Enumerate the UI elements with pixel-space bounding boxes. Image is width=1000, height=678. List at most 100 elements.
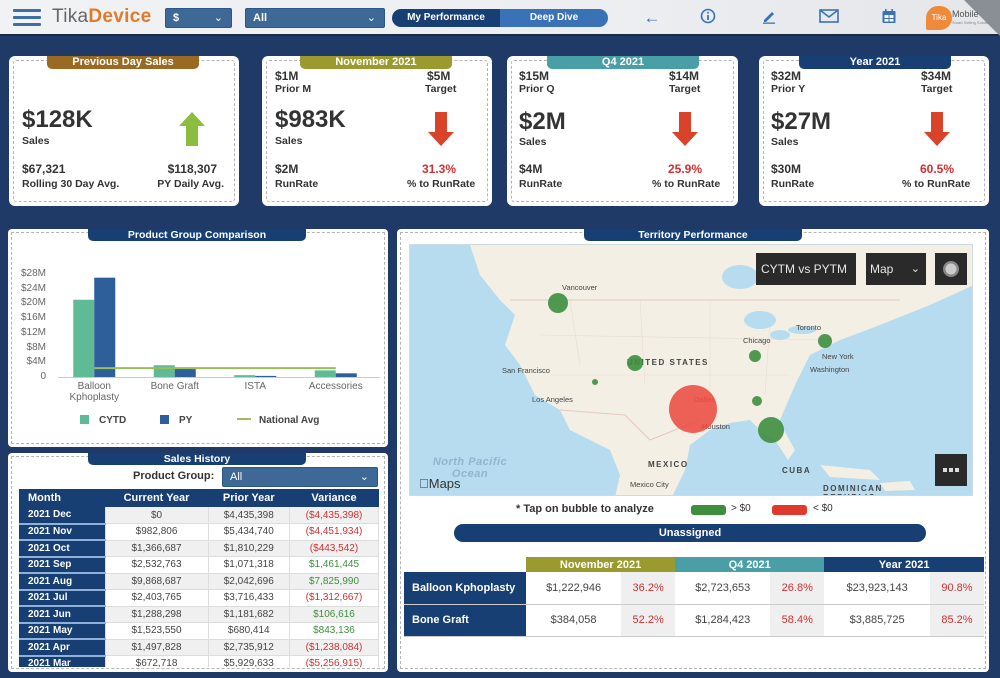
rolling-avg-value: $67,321: [22, 162, 66, 176]
product-group-select[interactable]: All ⌄: [222, 467, 378, 487]
target-value: $14M: [669, 69, 700, 83]
bar-py-2[interactable]: [255, 375, 277, 377]
territory-bubble-texas[interactable]: [669, 385, 717, 433]
tab-my-performance[interactable]: My Performance: [392, 9, 500, 27]
sales-history-table: Month Current Year Prior Year Variance 2…: [19, 489, 379, 667]
table-row[interactable]: 2021 Dec $0 $4,435,398 ($4,435,398): [19, 507, 379, 525]
table-row[interactable]: 2021 Jun $1,288,298 $1,181,682 $106,616: [19, 606, 379, 624]
month-cell: 2021 Mar: [19, 655, 106, 667]
territory-bubble-nevada[interactable]: [592, 379, 598, 385]
legend-positive-label: > $0: [731, 503, 751, 514]
sales-history-scroll[interactable]: Month Current Year Prior Year Variance 2…: [19, 489, 379, 667]
month-cell: 2021 May: [19, 622, 106, 640]
city-label: Los Angeles: [532, 395, 573, 404]
kpi-card-previous-day: Previous Day Sales $128K Sales $67,321 R…: [9, 56, 239, 206]
table-row[interactable]: 2021 Aug $9,868,687 $2,042,696 $7,825,990: [19, 573, 379, 591]
x-tick-label: Bone Graft: [150, 381, 199, 392]
down-arrow-icon: [672, 112, 698, 146]
sales-value: $983K: [275, 106, 346, 133]
hamburger-menu-icon[interactable]: [13, 9, 41, 27]
top-bar: TikaDevice $ ⌄ All ⌄ My Performance Deep D…: [0, 0, 1000, 36]
legend-cytd: CYTD: [80, 415, 126, 426]
year-value-cell: $3,885,725: [824, 604, 930, 637]
x-tick-label: Balloon Kphoplasty: [69, 381, 119, 403]
table-row[interactable]: 2021 Sep $2,532,763 $1,071,318 $1,461,445: [19, 556, 379, 574]
prior-label: Prior Y: [771, 83, 806, 95]
territory-bubble-georgia[interactable]: [752, 396, 762, 406]
table-row[interactable]: Balloon Kphoplasty $1,222,946 36.2% $2,723,…: [404, 572, 984, 605]
metric-button[interactable]: CYTM vs PYTM: [756, 253, 856, 285]
sales-label: Sales: [22, 135, 50, 147]
variance-cell: ($1,312,667): [289, 589, 379, 607]
sales-label: Sales: [519, 136, 547, 148]
variance-cell: ($1,238,084): [289, 639, 379, 656]
mail-icon[interactable]: [818, 8, 840, 28]
country-label: DOMINICAN REPUBLIC: [823, 484, 883, 495]
legend-negative-label: < $0: [813, 503, 833, 514]
edit-icon[interactable]: [758, 8, 780, 28]
prior-year-cell: $2,042,696: [208, 573, 290, 590]
bar-py-3[interactable]: [335, 373, 357, 377]
table-row[interactable]: 2021 Nov $982,806 $5,434,740 ($4,451,934): [19, 523, 379, 541]
territory-bubble-florida[interactable]: [758, 417, 784, 443]
runrate-value: $4M: [519, 162, 543, 176]
territory-map[interactable]: Vancouver Toronto Chicago New York Washi…: [409, 244, 973, 496]
city-label: San Francisco: [502, 366, 550, 375]
more-options-button[interactable]: [935, 454, 967, 486]
bar-cytd-2[interactable]: [234, 375, 256, 377]
runrate-label: RunRate: [771, 178, 815, 190]
table-row[interactable]: 2021 Mar $672,718 $5,929,633 ($5,256,915): [19, 655, 379, 667]
chevron-down-icon: ⌄: [366, 12, 376, 24]
back-arrow-icon[interactable]: ←: [641, 8, 663, 28]
territory-bubble-indiana[interactable]: [749, 350, 761, 362]
col-prior-year[interactable]: Prior Year: [208, 489, 290, 507]
filter-select[interactable]: All ⌄: [245, 8, 385, 28]
prior-value: $1M: [275, 69, 299, 83]
sales-value: $128K: [22, 106, 93, 133]
calendar-icon[interactable]: [878, 8, 900, 28]
info-icon[interactable]: [697, 8, 719, 28]
pct-to-runrate-value: 25.9%: [668, 162, 703, 176]
bar-cytd-3[interactable]: [314, 370, 336, 377]
map-view-select[interactable]: Map ⌄: [866, 253, 926, 285]
current-year-cell: $1,288,298: [105, 606, 209, 623]
tab-deep-dive[interactable]: Deep Dive: [500, 9, 608, 27]
bar-cytd-1[interactable]: [153, 365, 175, 377]
location-icon: [943, 261, 959, 277]
prior-year-cell: $680,414: [208, 622, 290, 640]
month-cell: 2021 Sep: [19, 556, 106, 574]
table-row[interactable]: 2021 Jul $2,403,765 $3,716,433 ($1,312,667): [19, 589, 379, 607]
current-year-cell: $1,366,687: [105, 540, 209, 557]
col-current-year[interactable]: Current Year: [105, 489, 209, 507]
table-row[interactable]: 2021 Apr $1,497,828 $2,735,912 ($1,238,084): [19, 639, 379, 657]
table-row[interactable]: 2021 May $1,523,550 $680,414 $843,136: [19, 622, 379, 640]
location-button[interactable]: [935, 253, 967, 285]
pct-to-runrate-label: % to RunRate: [652, 178, 721, 190]
current-year-cell: $982,806: [105, 523, 209, 541]
table-row[interactable]: Bone Graft $384,058 52.2% $1,284,423 58.4% $3…: [404, 604, 984, 637]
pct-to-runrate-label: % to RunRate: [902, 178, 971, 190]
month-value-cell: $384,058: [526, 604, 622, 637]
territory-bubble-massachusetts[interactable]: [818, 334, 832, 348]
col-variance[interactable]: Variance: [289, 489, 379, 507]
month-cell: 2021 Apr: [19, 639, 106, 657]
prior-year-cell: $5,929,633: [208, 655, 290, 667]
bar-py-1[interactable]: [174, 368, 196, 377]
table-row[interactable]: 2021 Oct $1,366,687 $1,810,229 ($443,542): [19, 540, 379, 558]
col-month[interactable]: Month: [19, 489, 106, 507]
prior-label: Prior M: [275, 83, 312, 95]
selected-territory-bar[interactable]: Unassigned: [454, 524, 926, 542]
currency-select[interactable]: $ ⌄: [165, 8, 232, 28]
legend-line-national-avg: [237, 418, 251, 420]
bar-cytd-0[interactable]: [73, 299, 95, 377]
kpi-card-year: Year 2021 $32M Prior Y $34M Target $27M …: [759, 56, 989, 206]
quarter-value-cell: $1,284,423: [675, 604, 771, 637]
territory-bubble-utah[interactable]: [627, 355, 643, 371]
year-pct-cell: 90.8%: [930, 572, 984, 605]
quarter-pct-cell: 58.4%: [770, 604, 825, 637]
territory-bubble-seattle[interactable]: [548, 293, 568, 313]
bar-py-0[interactable]: [94, 277, 116, 377]
territory-table: November 2021 Q4 2021 Year 2021 Balloon …: [404, 557, 984, 637]
prior-year-cell: $1,181,682: [208, 606, 290, 623]
y-tick-label: $20M: [20, 297, 46, 309]
